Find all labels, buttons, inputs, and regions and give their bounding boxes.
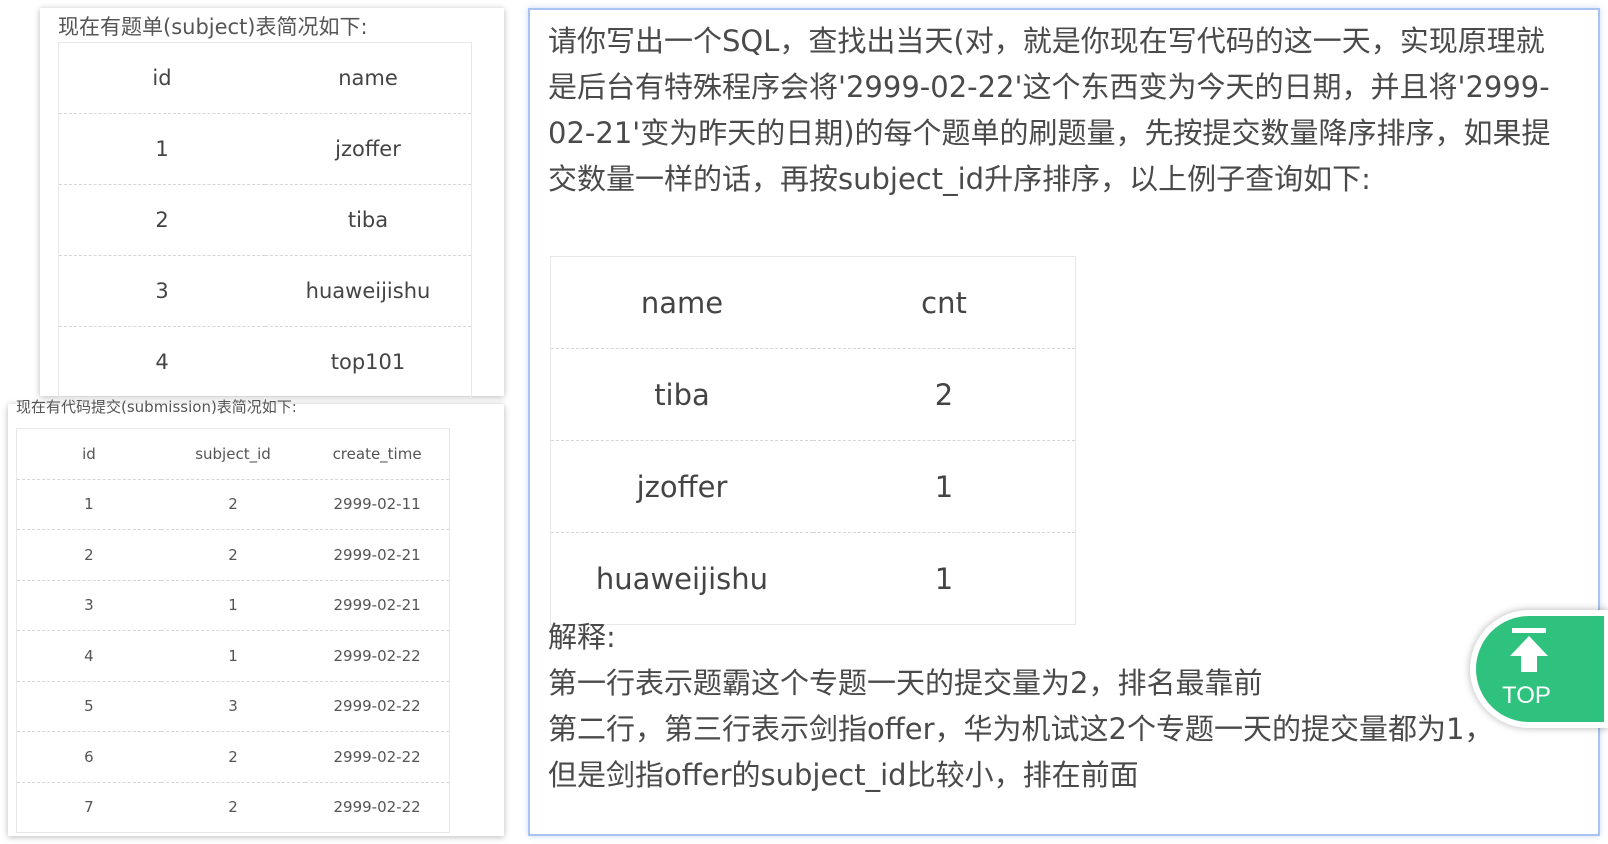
cell-create-time: 2999-02-21 <box>305 529 450 581</box>
column-header-name: name <box>550 256 813 349</box>
cell-id: 7 <box>84 798 94 817</box>
explanation-title: 解释: <box>548 620 616 654</box>
cell-name: huaweijishu <box>265 255 472 327</box>
cell-subject-id: 2 <box>160 479 306 530</box>
subject-table-panel: 现在有题单(subject)表简况如下: id name 1 jzoffer 2… <box>40 8 504 398</box>
cell-subject-id: 2 <box>228 798 238 817</box>
table-row: 2 tiba <box>58 184 472 256</box>
subject-table-caption: 现在有题单(subject)表简况如下: <box>58 15 368 39</box>
explanation-line: 第一行表示题霸这个专题一天的提交量为2，排名最靠前 <box>548 666 1263 700</box>
column-header-id: id <box>16 428 161 480</box>
cell-name: jzoffer <box>265 113 472 185</box>
cell-name: jzoffer <box>550 440 813 533</box>
column-header-create-time: create_time <box>305 428 450 480</box>
back-to-top-label: TOP <box>1502 682 1551 709</box>
cell-id: 4 <box>16 630 161 682</box>
table-row: 6 2 2999-02-22 <box>16 731 450 783</box>
table-header-row: name cnt <box>550 256 1076 349</box>
cell-create-time: 2999-02-22 <box>333 798 421 817</box>
cell-id: 2 <box>16 529 161 581</box>
table-header-row: id subject_id create_time <box>16 428 450 480</box>
cell-subject-id: 2 <box>160 529 306 581</box>
column-header-name: name <box>265 42 472 114</box>
cell-subject-id: 2 <box>160 731 306 783</box>
column-header-cnt: cnt <box>813 256 1076 349</box>
table-header-row: id name <box>58 42 472 114</box>
table-row: 3 huaweijishu <box>58 255 472 327</box>
cell-create-time: 2999-02-22 <box>305 731 450 783</box>
cell-name: huaweijishu <box>595 561 769 596</box>
cell-id: 1 <box>58 113 265 185</box>
cell-subject-id: 3 <box>160 681 306 732</box>
submission-table: id subject_id create_time 1 2 2999-02-11… <box>16 428 450 833</box>
cell-subject-id: 1 <box>160 580 306 631</box>
column-header-id: id <box>58 42 265 114</box>
table-row: 1 2 2999-02-11 <box>16 479 450 530</box>
explanation: 解释: 第一行表示题霸这个专题一天的提交量为2，排名最靠前 第二行，第三行表示剑… <box>548 614 1588 798</box>
result-table: name cnt tiba 2 jzoffer 1 huaweijishu 1 <box>550 256 1076 625</box>
cell-id: 5 <box>16 681 161 732</box>
table-row: tiba 2 <box>550 348 1076 441</box>
arrow-up-icon <box>1510 628 1548 672</box>
cell-id: 2 <box>58 184 265 256</box>
cell-name: tiba <box>550 348 813 441</box>
cell-subject-id: 1 <box>160 630 306 682</box>
table-row: huaweijishu 1 <box>551 533 1076 625</box>
cell-name: top101 <box>330 350 406 374</box>
table-row: 4 top101 <box>59 327 472 398</box>
cell-id: 4 <box>155 350 169 374</box>
cell-create-time: 2999-02-11 <box>305 479 450 530</box>
submission-table-panel: 现在有代码提交(submission)表简况如下: id subject_id … <box>8 398 504 836</box>
cell-id: 6 <box>16 731 161 783</box>
table-row: 3 1 2999-02-21 <box>16 580 450 631</box>
submission-table-caption: 现在有代码提交(submission)表简况如下: <box>16 398 297 416</box>
question-text: 请你写出一个SQL，查找出当天(对，就是你现在写代码的这一天，实现原理就是后台有… <box>548 24 1551 196</box>
table-row: 5 3 2999-02-22 <box>16 681 450 732</box>
explanation-line: 但是剑指offer的subject_id比较小，排在前面 <box>548 758 1139 792</box>
column-header-subject-id: subject_id <box>160 428 306 480</box>
cell-create-time: 2999-02-22 <box>305 630 450 682</box>
cell-cnt: 1 <box>934 561 954 596</box>
table-row: 2 2 2999-02-21 <box>16 529 450 581</box>
table-row: 1 jzoffer <box>58 113 472 185</box>
cell-id: 3 <box>58 255 265 327</box>
cell-id: 3 <box>16 580 161 631</box>
cell-create-time: 2999-02-22 <box>305 681 450 732</box>
cell-id: 1 <box>16 479 161 530</box>
cell-name: tiba <box>265 184 472 256</box>
cell-cnt: 1 <box>813 440 1076 533</box>
subject-table: id name 1 jzoffer 2 tiba 3 huaweijishu 4… <box>58 42 472 398</box>
table-row: 7 2 2999-02-22 <box>17 782 450 833</box>
back-to-top-button[interactable]: TOP <box>1470 610 1608 728</box>
table-row: jzoffer 1 <box>550 440 1076 533</box>
question-panel: 请你写出一个SQL，查找出当天(对，就是你现在写代码的这一天，实现原理就是后台有… <box>528 8 1600 836</box>
cell-cnt: 2 <box>813 348 1076 441</box>
table-row: 4 1 2999-02-22 <box>16 630 450 682</box>
cell-create-time: 2999-02-21 <box>305 580 450 631</box>
explanation-line: 第二行，第三行表示剑指offer，华为机试这2个专题一天的提交量都为1， <box>548 712 1494 746</box>
